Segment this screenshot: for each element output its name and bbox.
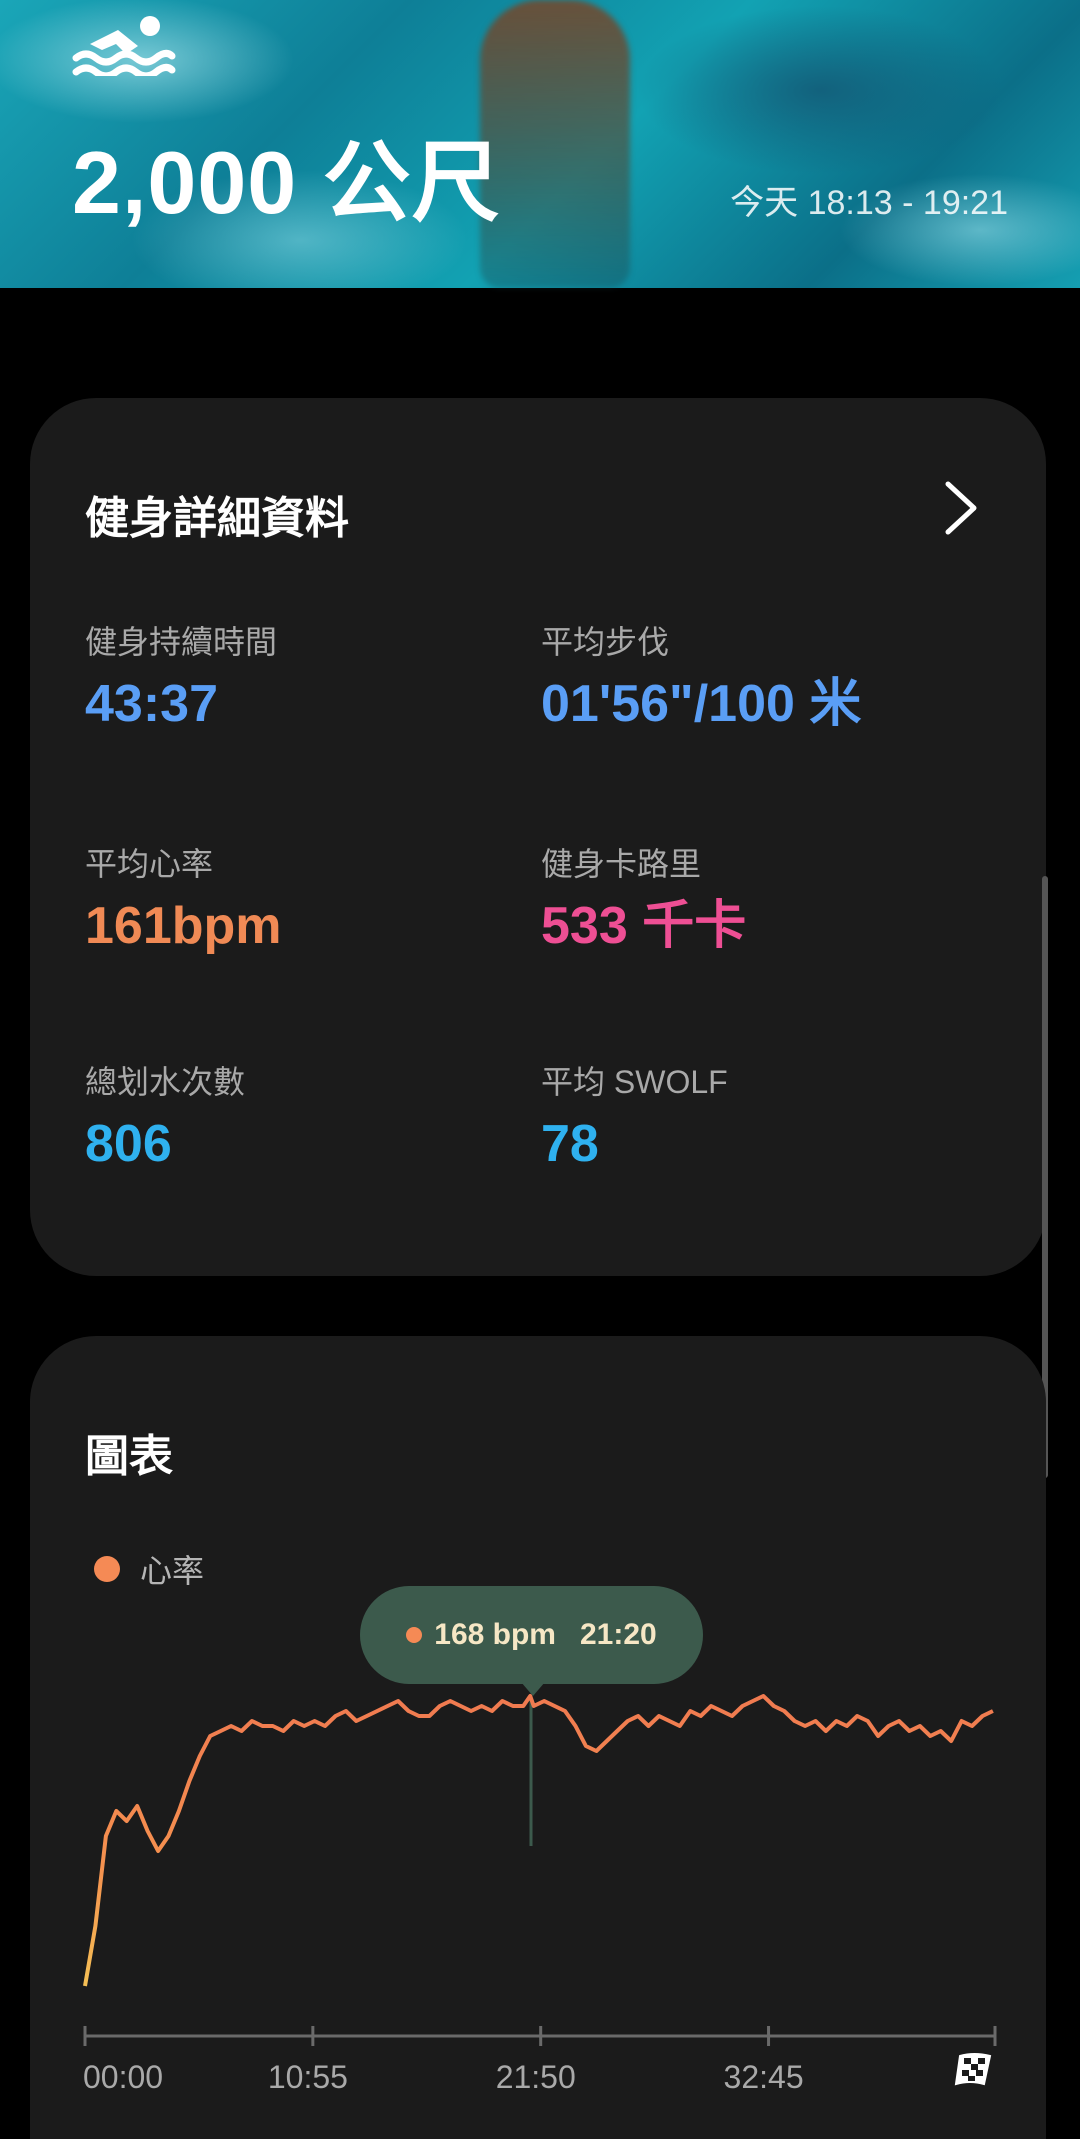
- stat-label: 健身卡路里: [541, 846, 702, 882]
- x-tick-label: 32:45: [724, 2059, 804, 2095]
- stat-value: 43:37: [85, 675, 218, 733]
- x-tick-label: 00:00: [83, 2059, 163, 2095]
- stat-avg-swolf: 平均 SWOLF 78: [541, 1062, 728, 1176]
- heart-rate-chart[interactable]: 00:00 10:55 21:50 32:45: [30, 1336, 1046, 2136]
- stat-label: 健身持續時間: [85, 624, 278, 660]
- swimming-icon: [72, 16, 176, 76]
- stat-value: 533 千卡: [541, 897, 747, 955]
- stat-label: 總划水次數: [85, 1064, 246, 1100]
- chevron-right-icon[interactable]: [936, 478, 986, 538]
- checkered-flag-icon: [954, 2053, 992, 2086]
- details-card-title: 健身詳細資料: [85, 494, 349, 543]
- x-tick-label: 10:55: [268, 2059, 348, 2095]
- header-banner: 2,000 公尺 今天 18:13 - 19:21: [0, 0, 1080, 288]
- tooltip-time: 21:20: [579, 1618, 657, 1651]
- stat-label: 平均步伐: [541, 624, 670, 660]
- tooltip-value: 168 bpm: [434, 1618, 556, 1651]
- stat-value: 01'56"/100 米: [541, 675, 862, 733]
- stat-value: 161bpm: [85, 897, 282, 955]
- swimmer-photo: [480, 0, 630, 288]
- tooltip-marker: [406, 1627, 423, 1643]
- stat-avg-pace: 平均步伐 01'56"/100 米: [541, 622, 861, 736]
- total-distance: 2,000 公尺: [72, 133, 501, 232]
- stat-calories: 健身卡路里 533 千卡: [541, 844, 746, 958]
- stat-label: 平均 SWOLF: [541, 1064, 728, 1100]
- stat-duration: 健身持續時間 43:37: [85, 622, 277, 736]
- stat-value: 806: [85, 1115, 172, 1173]
- chart-card: 圖表 心率 00:00 10:55 21:50 32:45 168 bpm 21:20: [30, 1336, 1046, 2139]
- workout-details-card[interactable]: 健身詳細資料 健身持續時間 43:37 平均步伐 01'56"/100 米 平均…: [30, 398, 1046, 1276]
- stat-label: 平均心率: [85, 846, 214, 882]
- workout-time-range: 今天 18:13 - 19:21: [730, 184, 1008, 222]
- workout-detail-screen: 2,000 公尺 今天 18:13 - 19:21 健身詳細資料 健身持續時間 …: [0, 0, 1080, 2139]
- stat-avg-heart-rate: 平均心率 161bpm: [85, 844, 282, 958]
- heart-rate-line: [83, 1694, 994, 1987]
- tooltip-pointer: [521, 1682, 545, 1696]
- chart-tooltip: 168 bpm 21:20: [360, 1586, 703, 1684]
- stat-total-strokes: 總划水次數 806: [85, 1062, 245, 1176]
- stat-value: 78: [541, 1115, 599, 1173]
- x-tick-label: 21:50: [496, 2059, 576, 2095]
